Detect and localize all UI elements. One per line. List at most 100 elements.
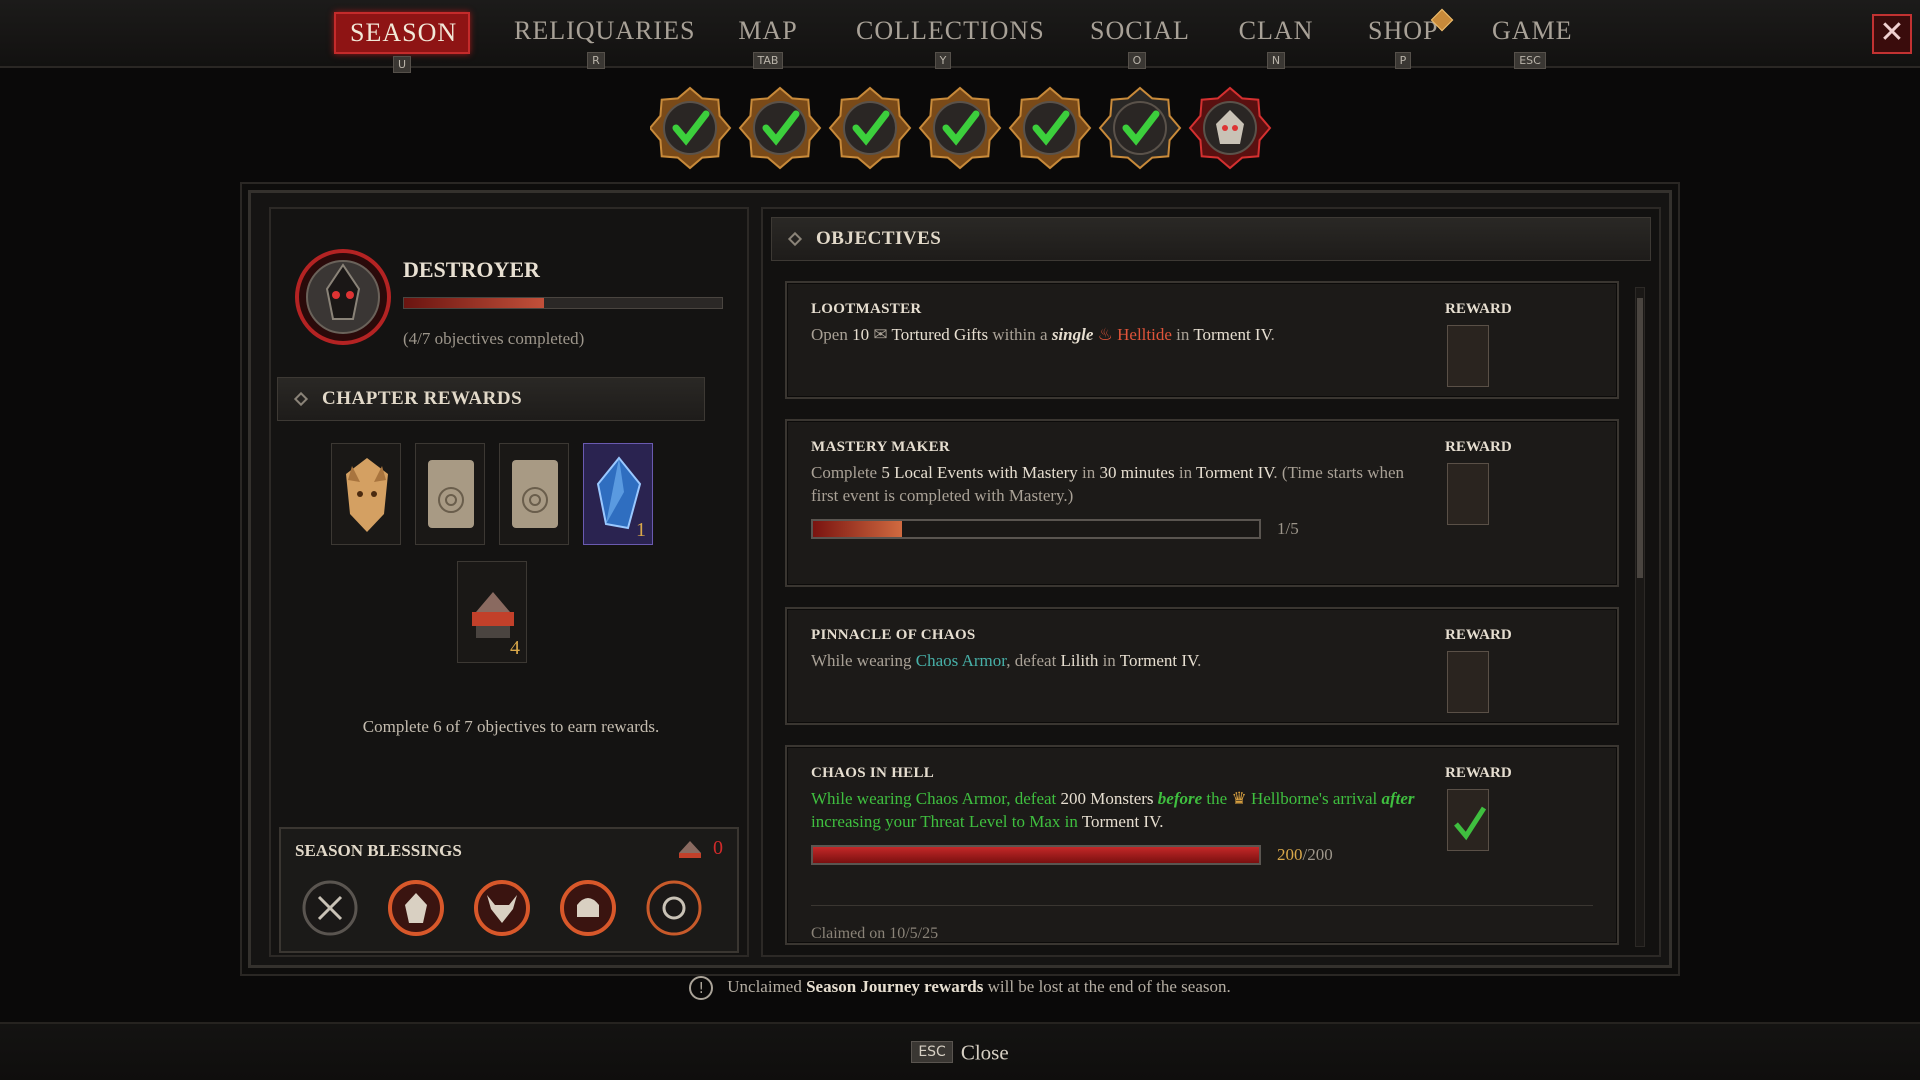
objective-progress-fill <box>813 847 1259 863</box>
objective-progress-text: 1/5 <box>1277 519 1299 538</box>
checkmark-medal-icon[interactable] <box>1008 86 1092 170</box>
footer-bar: ESC Close <box>0 1022 1920 1080</box>
objective-lootmaster[interactable]: LOOTMASTER Open 10 ✉ Tortured Gifts with… <box>785 281 1619 399</box>
season-journey-frame: DESTROYER (4/7 objectives completed) CHA… <box>248 190 1672 968</box>
reward-label: REWARD <box>1445 301 1512 317</box>
tab-social[interactable]: SOCIAL O <box>1076 12 1198 69</box>
tab-shop[interactable]: SHOP P <box>1354 8 1454 69</box>
blessing-slot-1[interactable] <box>301 879 359 937</box>
checkmark-medal-icon[interactable] <box>918 86 1002 170</box>
checkmark-medal-icon[interactable] <box>648 86 732 170</box>
tab-collections-key: Y <box>934 52 952 69</box>
checkmark-icon <box>1454 806 1487 841</box>
chapter-panel: DESTROYER (4/7 objectives completed) CHA… <box>269 207 749 957</box>
tab-map-label: MAP <box>738 16 798 45</box>
chapter-rewards-header: CHAPTER REWARDS <box>277 377 705 421</box>
reward-anvil-count: 4 <box>510 637 520 659</box>
tab-social-label: SOCIAL <box>1090 16 1190 45</box>
chapter-progress-bar <box>403 297 723 309</box>
hellborne-icon: ♛ <box>1231 789 1247 808</box>
tab-map-key: TAB <box>752 52 784 69</box>
scroll-icon <box>428 460 474 528</box>
blessing-slot-4[interactable] <box>559 879 617 937</box>
reward-anvil[interactable]: 4 <box>457 561 527 663</box>
helltide-icon: ♨ <box>1097 325 1113 344</box>
rewards-requirement-note: Complete 6 of 7 objectives to earn rewar… <box>362 717 660 736</box>
tab-clan[interactable]: CLAN N <box>1224 12 1328 69</box>
top-nav: SEASON U RELIQUARIES R MAP TAB COLLECTIO… <box>0 0 1920 73</box>
objectives-title: OBJECTIVES <box>816 228 942 249</box>
tab-season[interactable]: SEASON U <box>334 12 470 73</box>
gift-icon: ✉ <box>873 325 888 344</box>
objective-title: PINNACLE OF CHAOS <box>811 627 976 643</box>
reward-label: REWARD <box>1445 439 1512 455</box>
scrollbar-thumb[interactable] <box>1637 298 1643 578</box>
tab-season-key: U <box>392 56 412 73</box>
objective-progress-bar <box>811 519 1261 539</box>
beast-head-icon <box>388 880 444 936</box>
destroyer-skull-medal-icon[interactable] <box>1188 86 1272 170</box>
chapter-progress-fill <box>404 298 544 308</box>
checkmark-medal-icon[interactable] <box>828 86 912 170</box>
close-action[interactable]: ESC Close <box>911 1040 1009 1064</box>
blessing-slot-2[interactable] <box>387 879 445 937</box>
claimed-date: Claimed on 10/5/25 <box>811 925 939 942</box>
tab-reliquaries-key: R <box>587 52 605 69</box>
season-blessings-panel: SEASON BLESSINGS 0 <box>279 827 739 953</box>
objective-reward-claimed[interactable] <box>1447 789 1489 851</box>
objective-description: While wearing Chaos Armor, defeat Lilith… <box>811 651 1202 670</box>
tab-collections-label: COLLECTIONS <box>856 16 1045 45</box>
tab-collections[interactable]: COLLECTIONS Y <box>842 12 1045 69</box>
objective-chaos-in-hell[interactable]: CHAOS IN HELL While wearing Chaos Armor,… <box>785 745 1619 945</box>
close-icon[interactable]: ✕ <box>1872 14 1912 54</box>
close-label: Close <box>960 1040 1009 1065</box>
checkmark-medal-icon[interactable] <box>1098 86 1182 170</box>
objective-reward-card-icon[interactable] <box>1447 463 1489 525</box>
objective-reward-card-icon[interactable] <box>1447 325 1489 387</box>
objective-reward-card-icon[interactable] <box>1447 651 1489 713</box>
reward-crystal[interactable]: 1 <box>583 443 653 545</box>
objectives-panel: OBJECTIVES LOOTMASTER Open 10 ✉ Tortured… <box>761 207 1661 957</box>
chapter-name: DESTROYER <box>403 257 540 282</box>
reward-wolf-cosmetic[interactable] <box>331 443 401 545</box>
objective-title: CHAOS IN HELL <box>811 765 935 781</box>
objective-title: MASTERY MAKER <box>811 439 951 455</box>
tab-map[interactable]: MAP TAB <box>722 12 814 69</box>
tab-game-label: GAME <box>1492 16 1573 45</box>
unclaimed-warning: ! Unclaimed Season Journey rewards will b… <box>0 976 1920 1000</box>
reward-scroll-1[interactable] <box>415 443 485 545</box>
spiked-orb-icon <box>646 880 702 936</box>
crossed-tools-icon <box>302 880 358 936</box>
reward-scroll-2[interactable] <box>499 443 569 545</box>
tab-game[interactable]: GAME ESC <box>1478 12 1582 69</box>
objectives-header: OBJECTIVES <box>771 217 1651 261</box>
diamond-icon <box>787 231 803 247</box>
chapter-rewards-title: CHAPTER REWARDS <box>322 388 523 409</box>
objective-mastery-maker[interactable]: MASTERY MAKER Complete 5 Local Events wi… <box>785 419 1619 587</box>
objective-progress-fill <box>813 521 903 537</box>
chapter-medals <box>648 86 1272 170</box>
wolf-cosmetic-icon <box>346 458 388 532</box>
reward-crystal-count: 1 <box>636 519 646 541</box>
diamond-icon <box>293 391 309 407</box>
objectives-scrollbar[interactable] <box>1635 287 1645 947</box>
objective-title: LOOTMASTER <box>811 301 922 317</box>
tab-clan-key: N <box>1266 52 1286 69</box>
tab-reliquaries[interactable]: RELIQUARIES R <box>500 12 694 69</box>
objective-pinnacle-of-chaos[interactable]: PINNACLE OF CHAOS While wearing Chaos Ar… <box>785 607 1619 725</box>
objective-description: Open 10 ✉ Tortured Gifts within a single… <box>811 325 1275 344</box>
horned-skull-icon <box>474 880 530 936</box>
blessing-slot-3[interactable] <box>473 879 531 937</box>
objective-description: Complete 5 Local Events with Mastery in … <box>811 463 1405 505</box>
helm-icon <box>560 880 616 936</box>
objective-progress-text: 200/200 <box>1277 845 1333 864</box>
tab-game-key: ESC <box>1514 52 1546 69</box>
checkmark-medal-icon[interactable] <box>738 86 822 170</box>
blessing-slot-5[interactable] <box>645 879 703 937</box>
tab-clan-label: CLAN <box>1238 16 1314 45</box>
tab-social-key: O <box>1127 52 1147 69</box>
destroyer-emblem-icon <box>295 249 391 345</box>
tab-shop-key: P <box>1394 52 1412 69</box>
tab-season-label: SEASON <box>334 12 470 54</box>
chapter-status: (4/7 objectives completed) <box>403 329 585 348</box>
